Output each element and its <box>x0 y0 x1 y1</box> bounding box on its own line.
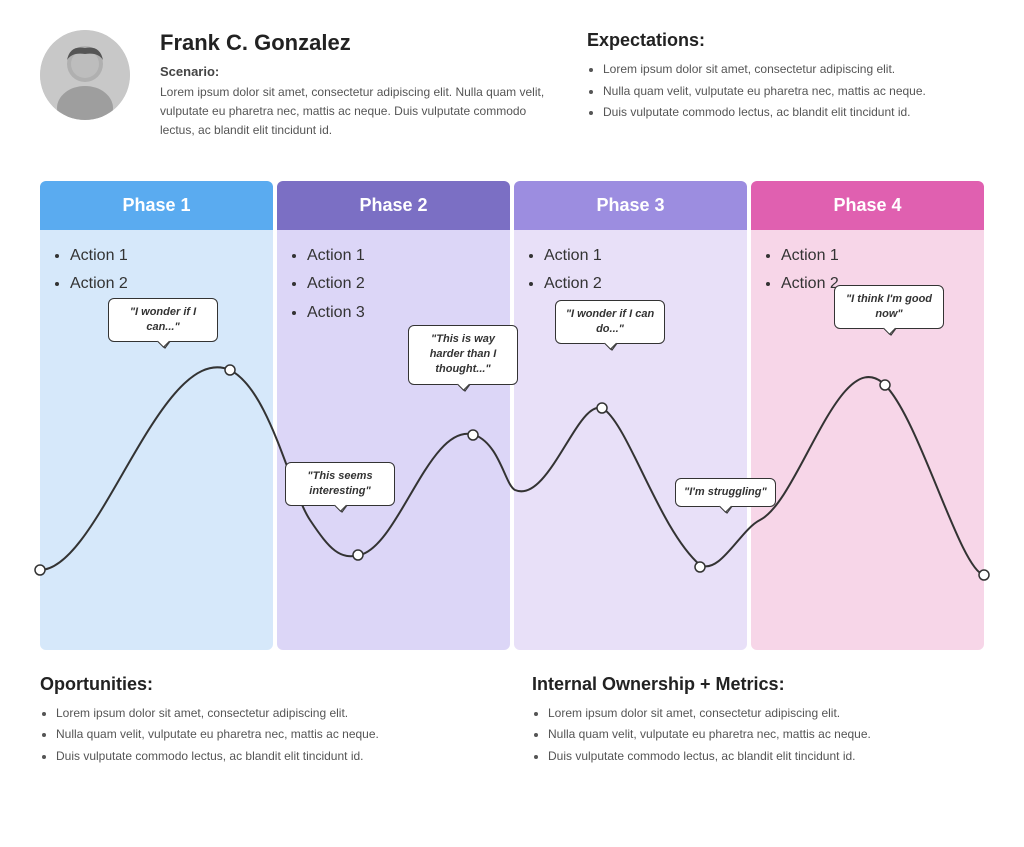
scenario-label: Scenario: <box>160 64 557 79</box>
phase-1-body: Action 1 Action 2 <box>40 230 273 650</box>
list-item: Duis vulputate commodo lectus, ac blandi… <box>603 102 984 124</box>
phase-3-header: Phase 3 <box>514 181 747 230</box>
list-item: Action 2 <box>307 270 496 299</box>
list-item: Lorem ipsum dolor sit amet, consectetur … <box>56 703 492 725</box>
opportunities-title: Oportunities: <box>40 674 492 695</box>
list-item: Nulla quam velit, vulputate eu pharetra … <box>603 81 984 103</box>
metrics-section: Internal Ownership + Metrics: Lorem ipsu… <box>532 674 984 768</box>
bubble-phase3-peak: "I wonder if I can do..." <box>555 300 665 345</box>
phase-2-actions: Action 1 Action 2 Action 3 <box>291 242 496 328</box>
phase-1-header: Phase 1 <box>40 181 273 230</box>
phase-3-body: Action 1 Action 2 <box>514 230 747 650</box>
phase-headers: Phase 1 Phase 2 Phase 3 Phase 4 <box>40 181 984 230</box>
list-item: Nulla quam velit, vulputate eu pharetra … <box>56 724 492 746</box>
phase-content: Action 1 Action 2 Action 1 Action 2 Acti… <box>40 230 984 650</box>
phase-1-actions: Action 1 Action 2 <box>54 242 259 300</box>
header-right: Expectations: Lorem ipsum dolor sit amet… <box>587 30 984 124</box>
list-item: Duis vulputate commodo lectus, ac blandi… <box>56 746 492 768</box>
expectations-list: Lorem ipsum dolor sit amet, consectetur … <box>587 59 984 124</box>
bubble-phase2-peak: "This is way harder than I thought..." <box>408 325 518 385</box>
list-item: Action 2 <box>70 270 259 299</box>
opportunities-list: Lorem ipsum dolor sit amet, consectetur … <box>40 703 492 768</box>
phase-3-actions: Action 1 Action 2 <box>528 242 733 300</box>
list-item: Action 1 <box>781 242 970 271</box>
phase-2-header: Phase 2 <box>277 181 510 230</box>
list-item: Action 1 <box>544 242 733 271</box>
bubble-phase2-trough: "This seems interesting" <box>285 462 395 507</box>
person-name: Frank C. Gonzalez <box>160 30 557 56</box>
phase-2-body: Action 1 Action 2 Action 3 <box>277 230 510 650</box>
list-item: Duis vulputate commodo lectus, ac blandi… <box>548 746 984 768</box>
list-item: Lorem ipsum dolor sit amet, consectetur … <box>603 59 984 81</box>
header-section: Frank C. Gonzalez Scenario: Lorem ipsum … <box>40 30 984 141</box>
phase-4-header: Phase 4 <box>751 181 984 230</box>
list-item: Lorem ipsum dolor sit amet, consectetur … <box>548 703 984 725</box>
bubble-phase1: "I wonder if I can..." <box>108 298 218 343</box>
bubble-phase3-trough: "I'm struggling" <box>675 478 776 507</box>
list-item: Action 1 <box>70 242 259 271</box>
list-item: Action 3 <box>307 299 496 328</box>
bottom-section: Oportunities: Lorem ipsum dolor sit amet… <box>40 674 984 768</box>
expectations-label: Expectations: <box>587 30 984 51</box>
metrics-title: Internal Ownership + Metrics: <box>532 674 984 695</box>
list-item: Nulla quam velit, vulputate eu pharetra … <box>548 724 984 746</box>
opportunities-section: Oportunities: Lorem ipsum dolor sit amet… <box>40 674 492 768</box>
scenario-text: Lorem ipsum dolor sit amet, consectetur … <box>160 83 557 141</box>
bubble-phase4-peak: "I think I'm good now" <box>834 285 944 330</box>
list-item: Action 2 <box>544 270 733 299</box>
list-item: Action 1 <box>307 242 496 271</box>
header-left: Frank C. Gonzalez Scenario: Lorem ipsum … <box>160 30 557 141</box>
avatar <box>40 30 130 120</box>
metrics-list: Lorem ipsum dolor sit amet, consectetur … <box>532 703 984 768</box>
